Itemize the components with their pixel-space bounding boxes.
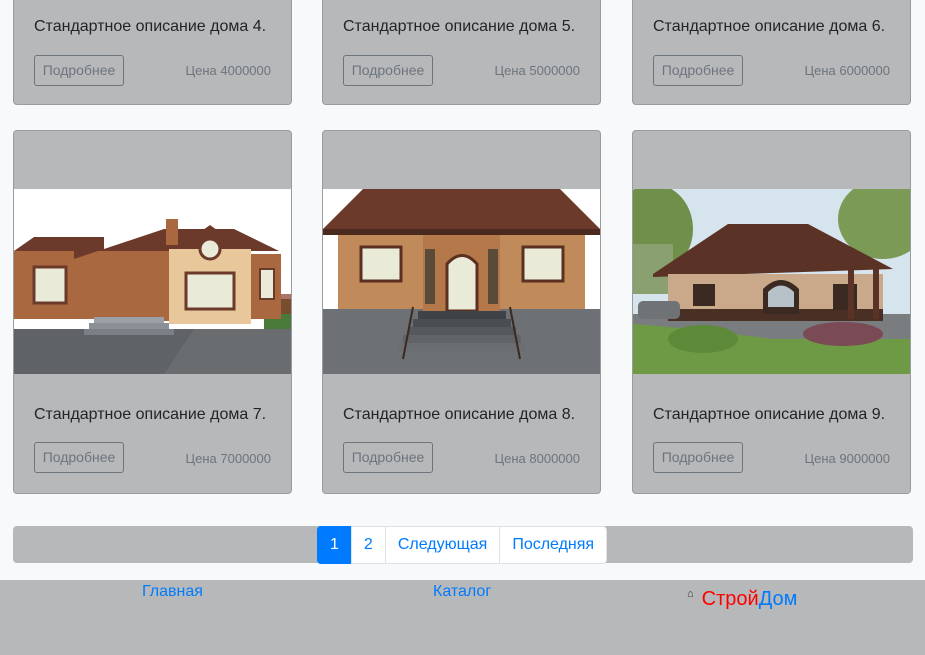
next-page-link[interactable]: Следующая xyxy=(384,526,501,564)
house-card: Стандартное описание дома 9. Подробнее Ц… xyxy=(632,130,911,494)
house-card: Стандартное описание дома 7. Подробнее Ц… xyxy=(13,130,292,494)
house-image[interactable] xyxy=(14,189,291,374)
card-description: Стандартное описание дома 8. xyxy=(343,406,576,423)
card-description: Стандартное описание дома 4. xyxy=(34,18,267,35)
details-button[interactable]: Подробнее xyxy=(34,442,124,473)
card-price: Цена 7000000 xyxy=(185,451,271,466)
details-button[interactable]: Подробнее xyxy=(653,55,743,86)
brand-part-2: Дом xyxy=(758,588,798,610)
card-price: Цена 5000000 xyxy=(494,63,580,78)
brand-logo[interactable]: ⌂ СтройДом xyxy=(687,588,797,611)
page-link-1[interactable]: 1 xyxy=(317,526,352,564)
last-page-link[interactable]: Последняя xyxy=(499,526,608,564)
details-button[interactable]: Подробнее xyxy=(343,442,433,473)
card-price: Цена 4000000 xyxy=(185,63,271,78)
footer-link-home[interactable]: Главная xyxy=(142,583,203,601)
card-price: Цена 8000000 xyxy=(494,451,580,466)
card-description: Стандартное описание дома 5. xyxy=(343,18,576,35)
card-price: Цена 9000000 xyxy=(804,451,890,466)
details-button[interactable]: Подробнее xyxy=(34,55,124,86)
footer: Главная Каталог ⌂ СтройДом xyxy=(0,580,925,655)
page-link-2[interactable]: 2 xyxy=(350,526,386,564)
footer-link-catalog[interactable]: Каталог xyxy=(433,583,491,601)
details-button[interactable]: Подробнее xyxy=(653,442,743,473)
house-card: Стандартное описание дома 8. Подробнее Ц… xyxy=(322,130,601,494)
house-card: Стандартное описание дома 5. Подробнее Ц… xyxy=(322,0,601,105)
card-description: Стандартное описание дома 6. xyxy=(653,18,886,35)
card-description: Стандартное описание дома 9. xyxy=(653,406,886,423)
card-price: Цена 6000000 xyxy=(804,63,890,78)
brand-part-1: Строй xyxy=(701,588,759,610)
house-card: Стандартное описание дома 4. Подробнее Ц… xyxy=(13,0,292,105)
house-image[interactable] xyxy=(323,189,600,374)
pagination: 1 2 Следующая Последняя xyxy=(317,526,608,564)
house-image[interactable] xyxy=(633,189,910,374)
details-button[interactable]: Подробнее xyxy=(343,55,433,86)
house-icon: ⌂ xyxy=(687,588,694,600)
house-card: Стандартное описание дома 6. Подробнее Ц… xyxy=(632,0,911,105)
card-description: Стандартное описание дома 7. xyxy=(34,406,267,423)
